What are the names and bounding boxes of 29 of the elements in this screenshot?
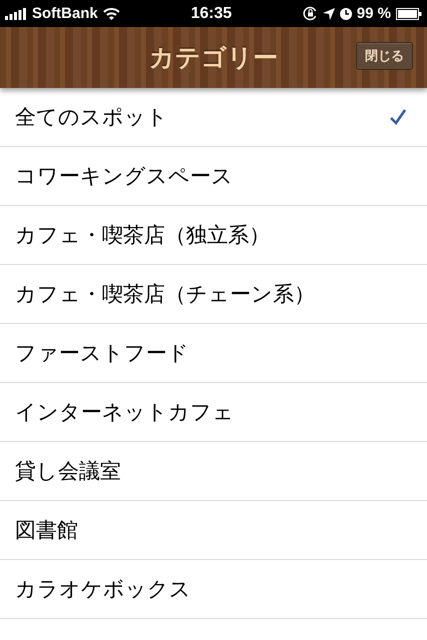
category-label: 全てのスポット — [15, 104, 168, 131]
category-item[interactable]: インターネットカフェ — [0, 383, 427, 442]
category-item[interactable]: ファーストフード — [0, 324, 427, 383]
wifi-icon — [102, 7, 120, 20]
close-button[interactable]: 閉じる — [356, 42, 413, 70]
category-label: コワーキングスペース — [15, 163, 233, 190]
battery-percent: 99 % — [356, 5, 391, 22]
category-item[interactable]: カフェ・喫茶店（チェーン系） — [0, 265, 427, 324]
category-item[interactable]: 図書館 — [0, 501, 427, 560]
battery-icon — [396, 8, 422, 20]
clock-icon — [340, 8, 352, 20]
category-item[interactable]: 貸し会議室 — [0, 442, 427, 501]
nav-title: カテゴリー — [149, 42, 278, 74]
category-item[interactable]: コワーキングスペース — [0, 147, 427, 206]
category-label: カフェ・喫茶店（チェーン系） — [15, 281, 315, 308]
category-item[interactable]: カフェ・喫茶店（独立系） — [0, 206, 427, 265]
carrier-name: SoftBank — [32, 5, 98, 22]
category-label: 図書館 — [15, 517, 78, 544]
rotation-lock-icon — [302, 6, 318, 21]
category-label: ファーストフード — [15, 340, 189, 367]
category-item[interactable]: カラオケボックス — [0, 560, 427, 619]
location-arrow-icon — [322, 8, 335, 20]
category-label: 貸し会議室 — [15, 458, 121, 485]
category-label: カフェ・喫茶店（独立系） — [15, 222, 270, 249]
category-label: カラオケボックス — [15, 576, 191, 603]
category-item[interactable]: 全てのスポット — [0, 88, 427, 147]
category-label: インターネットカフェ — [15, 399, 234, 426]
signal-icon — [5, 8, 27, 20]
clock-time: 16:35 — [190, 4, 232, 22]
